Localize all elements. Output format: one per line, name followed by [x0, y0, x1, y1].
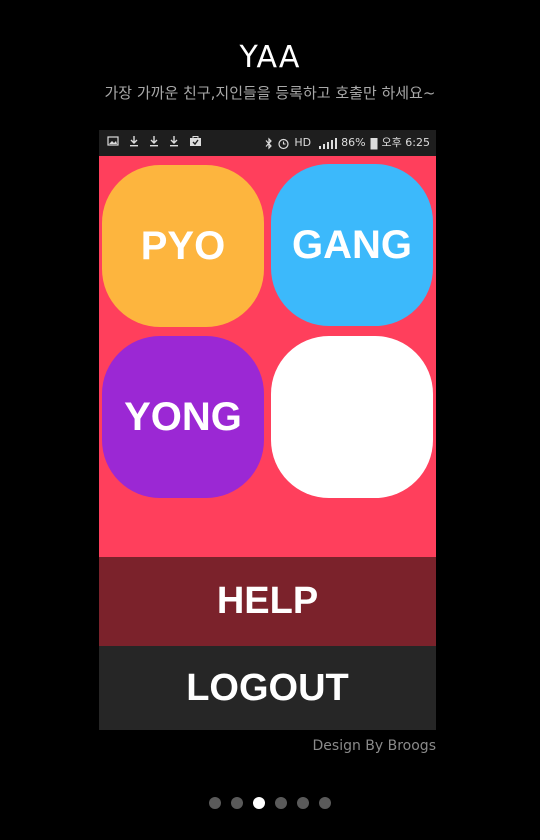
status-bar: HD 86% 오후 6:25: [99, 130, 436, 156]
logout-button[interactable]: LOGOUT: [99, 646, 436, 730]
status-time: 오후 6:25: [381, 136, 430, 149]
contact-tile-label: PYO: [140, 223, 226, 268]
page-dot[interactable]: [275, 797, 287, 809]
page-title: YAA: [239, 40, 301, 75]
battery-icon: [370, 137, 378, 150]
design-credit: Design By Broogs: [312, 738, 437, 754]
page-indicator: [0, 797, 540, 809]
contact-tile-gang[interactable]: GANG: [271, 164, 433, 326]
contact-tile-pyo[interactable]: PYO: [102, 165, 264, 327]
gallery-icon: [107, 135, 119, 147]
shopping-bag-icon: [189, 135, 202, 147]
status-indicators: HD 86% 오후 6:25: [265, 135, 430, 151]
page-subtitle: 가장 가까운 친구,지인들을 등록하고 호출만 하세요~: [104, 84, 436, 102]
app-screenshot: HD 86% 오후 6:25 PYO GANG YONG HELP LOGOUT: [99, 130, 436, 730]
page-dot-active[interactable]: [253, 797, 265, 809]
hd-voice-badge: HD: [294, 136, 312, 149]
battery-percent: 86%: [341, 136, 366, 149]
bluetooth-icon: [265, 137, 273, 150]
page-dot[interactable]: [209, 797, 221, 809]
contact-tile-label: GANG: [292, 222, 412, 267]
status-notifications: [107, 135, 202, 147]
download-icon: [169, 135, 179, 147]
help-button-label: HELP: [216, 580, 319, 622]
page-dot[interactable]: [297, 797, 309, 809]
help-button[interactable]: HELP: [99, 557, 436, 646]
lte-signal-icon: [315, 137, 338, 150]
alarm-icon: [277, 137, 290, 150]
contact-tile-empty[interactable]: [271, 336, 433, 498]
page-dot[interactable]: [319, 797, 331, 809]
contact-tile-label: YONG: [124, 394, 242, 439]
page-dot[interactable]: [231, 797, 243, 809]
download-icon: [129, 135, 139, 147]
contact-tile-yong[interactable]: YONG: [102, 336, 264, 498]
logout-button-label: LOGOUT: [186, 666, 349, 709]
download-icon: [149, 135, 159, 147]
